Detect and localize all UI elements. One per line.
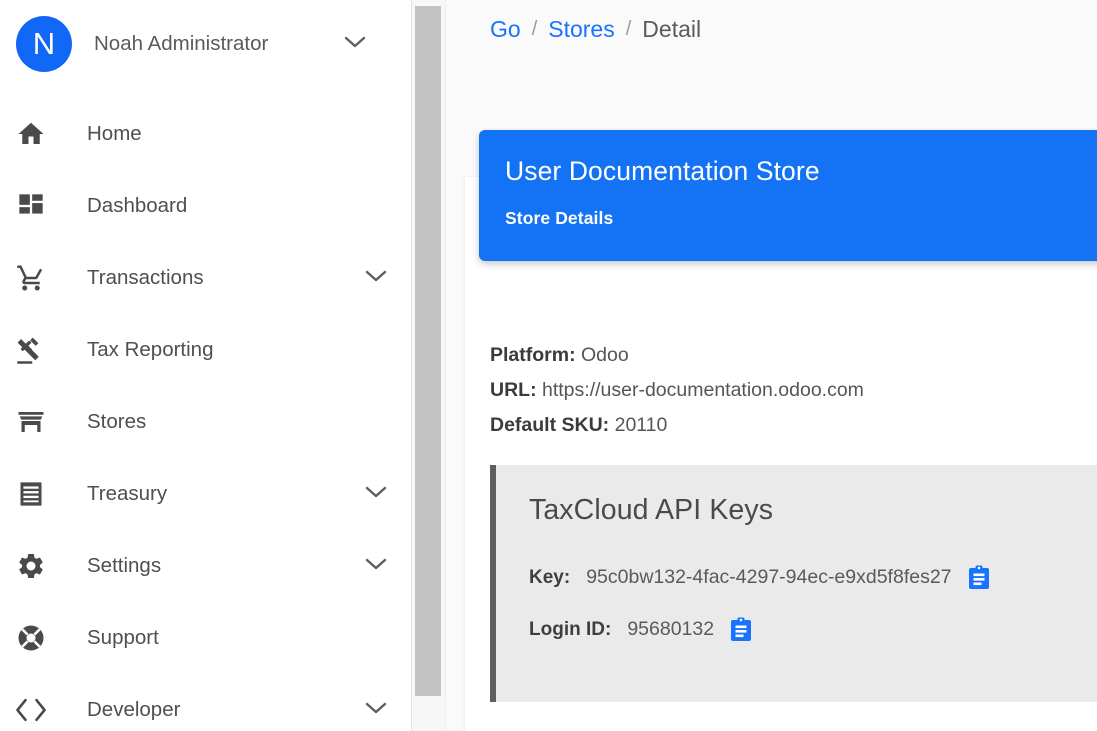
sidebar-item-dashboard[interactable]: Dashboard bbox=[0, 170, 411, 242]
sidebar-item-support[interactable]: Support bbox=[0, 602, 411, 674]
code-icon bbox=[14, 693, 48, 727]
platform-label: Platform: bbox=[490, 344, 576, 366]
breadcrumb-separator: / bbox=[532, 18, 538, 41]
sidebar-item-tax-reporting[interactable]: Tax Reporting bbox=[0, 314, 411, 386]
chevron-placeholder bbox=[371, 201, 387, 211]
clipboard-copy-icon[interactable] bbox=[730, 617, 752, 642]
receipt-icon bbox=[14, 477, 48, 511]
sidebar-item-label: Dashboard bbox=[87, 194, 371, 218]
breadcrumb-item-detail: Detail bbox=[642, 16, 701, 43]
login-id-label: Login ID: bbox=[529, 619, 611, 641]
store-meta: Platform: Odoo URL: https://user-documen… bbox=[490, 338, 864, 443]
chevron-down-icon[interactable] bbox=[344, 35, 366, 54]
cart-icon bbox=[14, 261, 48, 295]
sidebar-item-home[interactable]: Home bbox=[0, 98, 411, 170]
url-row: URL: https://user-documentation.odoo.com bbox=[490, 373, 864, 408]
store-icon bbox=[14, 405, 48, 439]
sidebar-item-label: Transactions bbox=[87, 266, 365, 290]
main-content: Go / Stores / Detail User Documentation … bbox=[447, 0, 1097, 731]
login-id-row: Login ID: 95680132 bbox=[529, 617, 1097, 642]
chevron-placeholder bbox=[371, 417, 387, 427]
api-key-row: Key: 95c0bw132-4fac-4297-94ec-e9xd5f8fes… bbox=[529, 565, 1097, 590]
sidebar-item-label: Developer bbox=[87, 698, 365, 722]
page-subtitle: Store Details bbox=[505, 208, 1097, 229]
store-hero-banner: User Documentation Store Store Details bbox=[479, 130, 1097, 261]
page-title: User Documentation Store bbox=[505, 154, 1097, 188]
sku-row: Default SKU: 20110 bbox=[490, 408, 864, 443]
sidebar-item-treasury[interactable]: Treasury bbox=[0, 458, 411, 530]
sidebar-item-transactions[interactable]: Transactions bbox=[0, 242, 411, 314]
breadcrumb-item-stores[interactable]: Stores bbox=[548, 16, 614, 43]
sidebar-item-developer[interactable]: Developer bbox=[0, 674, 411, 731]
platform-value: Odoo bbox=[581, 344, 629, 366]
clipboard-copy-icon[interactable] bbox=[968, 565, 990, 590]
sidebar-item-label: Treasury bbox=[87, 482, 365, 506]
url-value: https://user-documentation.odoo.com bbox=[542, 379, 864, 401]
dashboard-icon bbox=[14, 189, 48, 223]
sidebar-item-label: Support bbox=[87, 626, 371, 650]
sku-label: Default SKU: bbox=[490, 414, 609, 436]
sidebar-nav: Home Dashboard Transactions bbox=[0, 98, 411, 731]
user-name: Noah Administrator bbox=[94, 30, 344, 58]
api-key-label: Key: bbox=[529, 567, 570, 589]
gear-icon bbox=[14, 549, 48, 583]
sidebar-item-settings[interactable]: Settings bbox=[0, 530, 411, 602]
app-root: N Noah Administrator Home Dashboard bbox=[0, 0, 1097, 731]
url-label: URL: bbox=[490, 379, 537, 401]
platform-row: Platform: Odoo bbox=[490, 338, 864, 373]
sidebar-item-label: Stores bbox=[87, 410, 371, 434]
breadcrumb-separator: / bbox=[626, 18, 632, 41]
login-id-value: 95680132 bbox=[627, 618, 714, 641]
chevron-down-icon[interactable] bbox=[365, 557, 387, 576]
user-account-switcher[interactable]: N Noah Administrator bbox=[0, 0, 411, 88]
sidebar-scrollbar[interactable] bbox=[412, 0, 446, 731]
sidebar-item-label: Tax Reporting bbox=[87, 338, 371, 362]
sidebar-item-stores[interactable]: Stores bbox=[0, 386, 411, 458]
gavel-icon bbox=[14, 333, 48, 367]
sidebar: N Noah Administrator Home Dashboard bbox=[0, 0, 412, 731]
lifebuoy-icon bbox=[14, 621, 48, 655]
sidebar-item-label: Settings bbox=[87, 554, 365, 578]
chevron-down-icon[interactable] bbox=[365, 269, 387, 288]
breadcrumb-item-go[interactable]: Go bbox=[490, 16, 521, 43]
chevron-placeholder bbox=[371, 129, 387, 139]
sku-value: 20110 bbox=[615, 414, 668, 436]
breadcrumb: Go / Stores / Detail bbox=[447, 0, 1097, 58]
chevron-down-icon[interactable] bbox=[365, 485, 387, 504]
api-keys-title: TaxCloud API Keys bbox=[529, 494, 1097, 527]
chevron-down-icon[interactable] bbox=[365, 701, 387, 720]
avatar: N bbox=[16, 16, 72, 72]
chevron-placeholder bbox=[371, 345, 387, 355]
home-icon bbox=[14, 117, 48, 151]
chevron-placeholder bbox=[371, 633, 387, 643]
api-keys-panel: TaxCloud API Keys Key: 95c0bw132-4fac-42… bbox=[490, 465, 1097, 702]
sidebar-item-label: Home bbox=[87, 122, 371, 146]
api-key-value: 95c0bw132-4fac-4297-94ec-e9xd5f8fes27 bbox=[586, 566, 951, 589]
scrollbar-thumb[interactable] bbox=[415, 6, 441, 696]
